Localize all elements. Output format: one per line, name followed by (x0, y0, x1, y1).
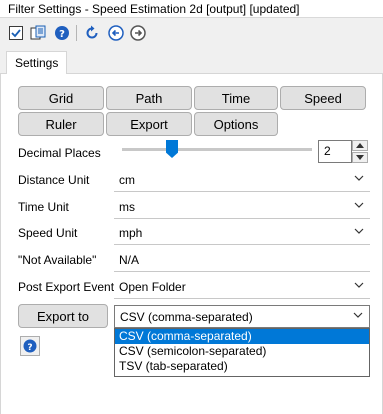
distance-unit-value: cm (119, 173, 135, 187)
checkbox-icon[interactable] (6, 23, 26, 43)
decimal-places-slider-track[interactable] (122, 148, 312, 151)
spin-down-button[interactable] (352, 152, 368, 163)
speed-unit-select[interactable]: mph (114, 222, 370, 245)
dropdown-option-tsv-tab[interactable]: TSV (tab-separated) (115, 359, 369, 374)
decimal-places-label: Decimal Places (18, 146, 101, 160)
toolbar: ? (0, 19, 383, 47)
toolbar-separator (76, 25, 77, 41)
chevron-down-icon (353, 312, 363, 318)
category-ruler-button[interactable]: Ruler (18, 112, 104, 136)
help-icon: ? (23, 339, 37, 353)
chevron-down-icon (354, 175, 364, 181)
chevron-down-icon (354, 282, 364, 288)
window-title: Filter Settings - Speed Estimation 2d [o… (0, 0, 383, 18)
time-unit-value: ms (119, 200, 135, 214)
category-speed-button[interactable]: Speed (280, 86, 366, 110)
post-export-event-label: Post Export Event (18, 280, 115, 294)
caret-down-icon (356, 155, 364, 160)
help-button[interactable]: ? (20, 336, 40, 356)
svg-text:?: ? (27, 343, 32, 353)
time-unit-label: Time Unit (18, 200, 69, 214)
category-time-button[interactable]: Time (194, 86, 278, 110)
decimal-places-input[interactable]: 2 (318, 140, 352, 163)
category-export-button[interactable]: Export (106, 112, 192, 136)
help-icon[interactable]: ? (52, 23, 72, 43)
tab-settings[interactable]: Settings (6, 51, 68, 75)
not-available-input[interactable]: N/A (114, 249, 370, 272)
svg-text:?: ? (59, 29, 65, 40)
chevron-down-icon (354, 202, 364, 208)
caret-up-icon (356, 143, 364, 148)
distance-unit-label: Distance Unit (18, 173, 90, 187)
post-export-event-select[interactable]: Open Folder (114, 276, 370, 299)
distance-unit-select[interactable]: cm (114, 169, 370, 192)
not-available-label: "Not Available" (18, 253, 97, 267)
dropdown-option-csv-semicolon[interactable]: CSV (semicolon-separated) (115, 344, 369, 359)
speed-unit-label: Speed Unit (18, 226, 78, 240)
post-export-event-value: Open Folder (119, 280, 186, 294)
back-icon[interactable] (106, 23, 126, 43)
dropdown-option-csv-comma[interactable]: CSV (comma-separated) (115, 329, 369, 344)
chevron-down-icon (354, 228, 364, 234)
category-options-button[interactable]: Options (194, 112, 278, 136)
category-grid-button[interactable]: Grid (18, 86, 104, 110)
export-format-dropdown: CSV (comma-separated) CSV (semicolon-sep… (114, 328, 370, 377)
export-format-value: CSV (comma-separated) (120, 310, 253, 324)
export-format-select[interactable]: CSV (comma-separated) (114, 305, 370, 328)
forward-icon[interactable] (128, 23, 148, 43)
time-unit-select[interactable]: ms (114, 196, 370, 219)
category-path-button[interactable]: Path (106, 86, 192, 110)
speed-unit-value: mph (119, 226, 143, 240)
spin-up-button[interactable] (352, 140, 368, 151)
reset-icon[interactable] (82, 23, 102, 43)
copy-settings-icon[interactable] (28, 23, 48, 43)
export-to-button[interactable]: Export to (18, 304, 108, 328)
tab-strip: Settings (0, 48, 383, 75)
